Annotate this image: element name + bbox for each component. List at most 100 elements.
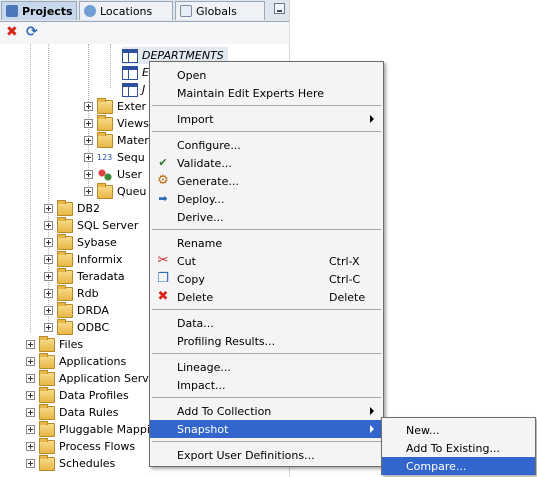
tree-item-e[interactable]: E (122, 64, 149, 81)
menu-item-label: Data... (177, 316, 214, 330)
tree-item-label: Exter (117, 100, 147, 113)
menu-item-label: Lineage... (177, 360, 231, 374)
menu-item-label: Delete (177, 290, 214, 304)
tree-item-schedules[interactable]: Schedules (26, 454, 115, 472)
expand-icon[interactable] (84, 170, 93, 179)
tree-item-files[interactable]: Files (26, 335, 83, 353)
expand-icon[interactable] (44, 221, 53, 230)
menu-item-validate[interactable]: ✔ Validate... (150, 154, 383, 172)
expand-icon[interactable] (84, 136, 93, 145)
menu-item-cut[interactable]: ✂ Cut Ctrl-X (150, 252, 383, 270)
tree-item-label: Sybase (77, 236, 117, 249)
menu-item-label: Open (177, 68, 207, 82)
tree-item-materialized[interactable]: Mater (84, 131, 149, 149)
expand-icon[interactable] (26, 408, 35, 417)
tree-item-sybase[interactable]: Sybase (44, 233, 117, 251)
tree-item-label: Mater (117, 134, 149, 147)
menu-item-open[interactable]: Open (150, 66, 383, 84)
menu-item-derive[interactable]: Derive... (150, 208, 383, 226)
expand-icon[interactable] (84, 119, 93, 128)
expand-icon[interactable] (26, 442, 35, 451)
expand-icon[interactable] (44, 272, 53, 281)
tree-item-applications[interactable]: Applications (26, 352, 126, 370)
tree-item-label: Queu (117, 185, 147, 198)
tree-item-views[interactable]: Views (84, 114, 149, 132)
tree-item-label: Data Profiles (59, 389, 129, 402)
expand-icon[interactable] (84, 102, 93, 111)
tree-item-teradata[interactable]: Teradata (44, 267, 125, 285)
delete-icon: ✖ (157, 289, 169, 304)
tree-item-external[interactable]: Exter (84, 97, 147, 115)
tree-item-process-flows[interactable]: Process Flows (26, 437, 135, 455)
menu-item-snapshot[interactable]: Snapshot (150, 420, 383, 438)
tree-item-queues[interactable]: Queu (84, 182, 147, 200)
expand-icon[interactable] (26, 459, 35, 468)
folder-icon (57, 318, 73, 335)
tree-item-informix[interactable]: Informix (44, 250, 122, 268)
tree-item-rdb[interactable]: Rdb (44, 284, 99, 302)
folder-icon (57, 199, 73, 216)
tree-item-sql-server[interactable]: SQL Server (44, 216, 138, 234)
tree-item-data-rules[interactable]: Data Rules (26, 403, 118, 421)
submenu-item-add-to-existing[interactable]: Add To Existing... (382, 439, 535, 457)
expand-icon[interactable] (26, 357, 35, 366)
tree-item-application-serv[interactable]: Application Serv (26, 369, 149, 387)
tab-locations[interactable]: Locations (79, 1, 173, 20)
expand-icon[interactable] (44, 255, 53, 264)
tree-item-db2[interactable]: DB2 (44, 199, 100, 217)
expand-icon[interactable] (26, 374, 35, 383)
menu-item-generate[interactable]: ⚙ Generate... (150, 172, 383, 190)
menu-item-label: Derive... (177, 210, 224, 224)
refresh-icon[interactable]: ⟳ (26, 25, 38, 39)
menu-item-copy[interactable]: ❐ Copy Ctrl-C (150, 270, 383, 288)
menu-item-impact[interactable]: Impact... (150, 376, 383, 394)
expand-icon[interactable] (44, 238, 53, 247)
menu-item-label: Generate... (177, 174, 239, 188)
tree-item-user[interactable]: User (84, 166, 142, 183)
menu-separator (152, 397, 381, 398)
menu-item-lineage[interactable]: Lineage... (150, 358, 383, 376)
expand-icon[interactable] (26, 425, 35, 434)
delete-icon[interactable]: ✖ (6, 25, 18, 39)
menu-separator (152, 105, 381, 106)
tree-item-odbc[interactable]: ODBC (44, 318, 109, 336)
tree-item-drda[interactable]: DRDA (44, 301, 109, 319)
menu-item-label: Import (177, 112, 214, 126)
menu-item-profiling-results[interactable]: Profiling Results... (150, 332, 383, 350)
menu-shortcut: Delete (329, 290, 366, 304)
folder-icon (39, 420, 55, 437)
menu-item-add-to-collection[interactable]: Add To Collection (150, 402, 383, 420)
expand-icon[interactable] (26, 340, 35, 349)
menu-item-delete[interactable]: ✖ Delete Delete (150, 288, 383, 306)
expand-icon[interactable] (84, 187, 93, 196)
table-icon (122, 82, 138, 97)
menu-item-deploy[interactable]: ➡ Deploy... (150, 190, 383, 208)
menu-item-label: Cut (177, 254, 196, 268)
menu-item-configure[interactable]: Configure... (150, 136, 383, 154)
menu-separator (152, 353, 381, 354)
expand-icon[interactable] (44, 204, 53, 213)
menu-item-import[interactable]: Import (150, 110, 383, 128)
expand-icon[interactable] (44, 306, 53, 315)
tree-item-pluggable[interactable]: Pluggable Mappi (26, 420, 150, 438)
menu-item-export-user-definitions[interactable]: Export User Definitions... (150, 446, 383, 464)
expand-icon[interactable] (44, 289, 53, 298)
tree-item-data-profiles[interactable]: Data Profiles (26, 386, 129, 404)
menu-item-rename[interactable]: Rename (150, 234, 383, 252)
menu-item-maintain-edit-experts[interactable]: Maintain Edit Experts Here (150, 84, 383, 102)
expand-icon[interactable] (26, 391, 35, 400)
tab-projects[interactable]: Projects (1, 1, 77, 20)
folder-icon (39, 369, 55, 386)
submenu-item-compare[interactable]: Compare... (382, 457, 535, 475)
expand-icon[interactable] (44, 323, 53, 332)
tab-globals[interactable]: Globals (175, 1, 265, 20)
tree-item-sequences[interactable]: 123 Sequ (84, 149, 145, 166)
tab-locations-label: Locations (100, 4, 153, 18)
expand-icon[interactable] (84, 153, 93, 162)
menu-item-data[interactable]: Data... (150, 314, 383, 332)
menu-item-label: Rename (177, 236, 223, 250)
minimize-button[interactable] (274, 3, 285, 14)
submenu-item-new[interactable]: New... (382, 421, 535, 439)
folder-icon (39, 437, 55, 454)
tree-item-j[interactable]: J (122, 81, 145, 98)
